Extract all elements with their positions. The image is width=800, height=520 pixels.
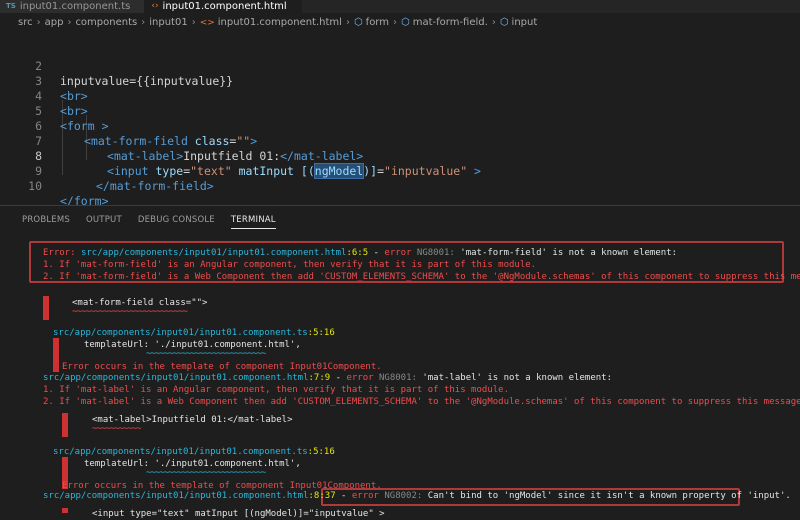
error-word: error <box>351 491 379 501</box>
tag-bracket: > <box>206 179 214 193</box>
file-path: src/app/components/input01/input01.compo… <box>43 491 309 501</box>
dash: - <box>368 248 385 258</box>
code-line-4: 4 <br> <box>0 74 800 118</box>
error-gutter-bar <box>43 296 49 320</box>
error-prefix: Error: <box>43 248 81 258</box>
file-path: src/app/components/input01/input01.compo… <box>53 447 308 457</box>
file-position: :6:5 <box>346 248 369 258</box>
error-message: 'mat-form-field' is not a known element: <box>460 248 678 258</box>
file-position: :5:16 <box>307 328 335 338</box>
dash: - <box>330 373 347 383</box>
error-code: NG8002: <box>378 491 428 501</box>
error-hint: 1. If 'mat-label' is an Angular componen… <box>43 385 509 395</box>
chevron-right-icon: › <box>67 17 72 28</box>
code-line-7: 7 <mat-label>Inputfield 01:</mat-label> <box>0 119 800 163</box>
code-line-9: 9 </mat-form-field> <box>0 149 800 193</box>
breadcrumb-item-input01[interactable]: input01 <box>149 17 187 28</box>
error-hint: 1. If 'mat-form-field' is an Angular com… <box>43 260 537 270</box>
file-position: :8:37 <box>308 491 336 501</box>
ts-source-line: src/app/components/input01/input01.compo… <box>53 446 335 458</box>
error-gutter-bar <box>62 413 68 437</box>
breadcrumb-item-components[interactable]: components <box>75 17 137 28</box>
file-position: :5:16 <box>307 447 335 457</box>
file-position: :7:9 <box>308 373 331 383</box>
error-line: src/app/components/input01/input01.compo… <box>43 490 791 502</box>
file-path: src/app/components/input01/input01.compo… <box>43 373 309 383</box>
chevron-right-icon: › <box>141 17 146 28</box>
code-line-10: 10 </form> <box>0 164 800 208</box>
tag-bracket: </ <box>96 179 110 193</box>
breadcrumb-input-label: input <box>511 17 538 28</box>
info-squiggle: ~~~~~~~~~~~~~~~~~~~~~~~~~~~ <box>146 468 266 478</box>
error-hint: 2. If 'mat-label' is a Web Component the… <box>43 397 800 407</box>
error-code: NG8001: <box>373 373 423 383</box>
error-hint: 2. If 'mat-form-field' is a Web Componen… <box>43 272 800 282</box>
code-line-3: 3 <br> <box>0 59 800 103</box>
angular-file-icon: ‹› <box>151 1 159 11</box>
tab-input01-component-ts[interactable]: TS input01.component.ts <box>0 0 146 13</box>
code-snippet: <input type="text" matInput [(ngModel)]=… <box>92 509 385 519</box>
breadcrumb-item-file[interactable]: <> input01.component.html <box>200 17 342 28</box>
error-line: Error: src/app/components/input01/input0… <box>43 247 677 259</box>
breadcrumb-item-mat-form-field[interactable]: ⬡ mat-form-field. <box>401 17 488 28</box>
editor-tab-bar: TS input01.component.ts ‹› input01.compo… <box>0 0 800 13</box>
element-icon: ⬡ <box>401 17 410 28</box>
error-message: Can't bind to 'ngModel' since it isn't a… <box>427 491 791 501</box>
terminal-output[interactable]: Error: src/app/components/input01/input0… <box>0 235 800 519</box>
code-line-5: 5 <form > <box>0 89 800 133</box>
code-key: templateUrl: <box>84 340 155 350</box>
ts-source-line: src/app/components/input01/input01.compo… <box>53 327 335 339</box>
element-icon: ⬡ <box>499 17 509 28</box>
tab-debug-console[interactable]: DEBUG CONSOLE <box>138 206 215 235</box>
error-line: src/app/components/input01/input01.compo… <box>43 372 612 384</box>
chevron-right-icon: › <box>491 17 496 28</box>
breadcrumb-item-form[interactable]: ⬡ form <box>354 17 389 28</box>
error-gutter-bar <box>62 508 68 513</box>
file-path: src/app/components/input01/input01.compo… <box>80 248 347 258</box>
breadcrumb-item-app[interactable]: app <box>45 17 64 28</box>
error-word: error <box>384 248 412 258</box>
tab-output[interactable]: OUTPUT <box>86 206 122 235</box>
code-line-2: 2 inputvalue={{inputvalue}} <box>0 44 800 88</box>
error-word: error <box>346 373 374 383</box>
tab-problems[interactable]: PROBLEMS <box>22 206 70 235</box>
error-code: NG8001: <box>411 248 461 258</box>
tab-label: input01.component.ts <box>19 1 131 12</box>
error-squiggle: ~~~~~~~~~~~~~~~~~~~~~~~~~~ <box>72 307 188 317</box>
breadcrumb-item-input[interactable]: ⬡ input <box>500 17 537 28</box>
breadcrumb-form-label: form <box>365 17 389 28</box>
angular-file-icon: <> <box>199 17 215 28</box>
code-line-6: 6 <mat-form-field class=""> <box>0 104 800 148</box>
code-key: templateUrl: <box>84 459 155 469</box>
dash: - <box>335 491 352 501</box>
code-editor[interactable]: 2 inputvalue={{inputvalue}} 3 <br> 4 <br… <box>0 40 800 208</box>
chevron-right-icon: › <box>36 17 41 28</box>
panel-tabs: PROBLEMS OUTPUT DEBUG CONSOLE TERMINAL <box>0 206 800 235</box>
tag-name: mat-form-field <box>109 179 207 193</box>
tab-label: input01.component.html <box>162 1 287 12</box>
typescript-file-icon: TS <box>6 2 16 10</box>
code-line-8: 8 <input type="text" matInput [(ngModel)… <box>0 134 800 179</box>
error-squiggle: ~~~~~~~~~~~ <box>92 424 142 434</box>
tab-input01-component-html[interactable]: ‹› input01.component.html <box>145 0 302 13</box>
breadcrumb-file-label: input01.component.html <box>217 17 342 28</box>
chevron-right-icon: › <box>345 17 350 28</box>
error-gutter-bar <box>53 338 59 372</box>
file-path: src/app/components/input01/input01.compo… <box>53 328 308 338</box>
line-number: 10 <box>28 179 42 193</box>
breadcrumb-mat-form-field-label: mat-form-field. <box>412 17 488 28</box>
chevron-right-icon: › <box>191 17 196 28</box>
element-icon: ⬡ <box>353 17 363 28</box>
breadcrumb: src › app › components › input01 › <> in… <box>0 13 800 32</box>
chevron-right-icon: › <box>393 17 397 28</box>
error-message: 'mat-label' is not a known element: <box>422 373 612 383</box>
breadcrumb-item-src[interactable]: src <box>18 17 33 28</box>
tab-terminal[interactable]: TERMINAL <box>230 206 276 235</box>
info-squiggle: ~~~~~~~~~~~~~~~~~~~~~~~~~~~ <box>146 349 266 359</box>
bottom-panel: PROBLEMS OUTPUT DEBUG CONSOLE TERMINAL E… <box>0 205 800 519</box>
